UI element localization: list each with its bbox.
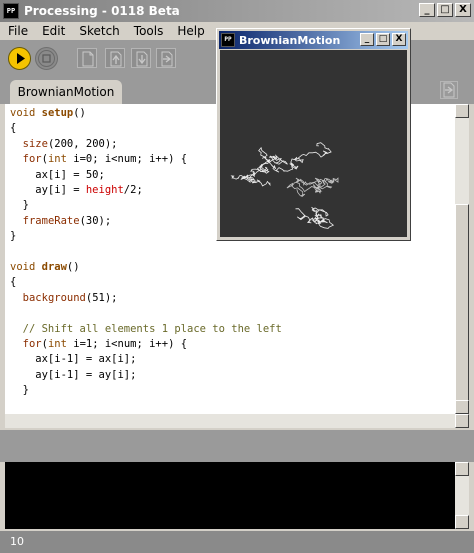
stop-icon (38, 50, 55, 67)
code-line: ax[i-1] = ax[i]; (10, 353, 137, 366)
console-scroll-down[interactable] (455, 515, 469, 529)
processing-app-icon: PP (3, 3, 19, 19)
sketch-maximize-button[interactable]: □ (376, 33, 390, 46)
window-titlebar[interactable]: PP Processing - 0118 Beta _ □ X (0, 0, 474, 22)
message-area (0, 430, 474, 462)
window-title: Processing - 0118 Beta (24, 4, 180, 18)
sketch-minimize-button[interactable]: _ (360, 33, 374, 46)
code-line: for(int i=1; i<num; i++) { (22, 338, 188, 350)
console-scroll-up[interactable] (455, 462, 469, 476)
sketch-window[interactable]: PP BrownianMotion _ □ X (216, 28, 411, 241)
menu-tools[interactable]: Tools (126, 24, 170, 38)
code-line: ay[i-1] = ay[i]; (10, 368, 137, 381)
save-button[interactable] (131, 48, 151, 68)
brownian-path-segment (258, 142, 332, 173)
brownian-path-segment (295, 206, 335, 229)
sketch-app-icon: PP (221, 33, 235, 47)
code-line: { (10, 276, 17, 289)
open-button[interactable] (105, 48, 125, 68)
maximize-button[interactable]: □ (437, 3, 453, 17)
stop-button[interactable] (35, 47, 58, 70)
code-line: // Shift all elements 1 place to the lef… (10, 322, 282, 335)
code-line: for(int i=0; i<num; i++) { (22, 153, 188, 166)
brownian-path-segment (230, 159, 271, 187)
sketch-canvas[interactable] (220, 50, 407, 237)
close-button[interactable]: X (455, 3, 471, 17)
code-line: frameRate(30); (22, 214, 112, 227)
console-scrollbar[interactable] (455, 462, 469, 529)
brownian-path (230, 142, 339, 229)
menu-edit[interactable]: Edit (34, 24, 71, 38)
scroll-up-button[interactable] (455, 104, 469, 118)
scroll-thumb[interactable] (455, 204, 469, 414)
tab-brownianmotion[interactable]: BrownianMotion (10, 80, 122, 104)
menu-help[interactable]: Help (169, 24, 210, 38)
status-bar: 10 (0, 531, 474, 553)
editor-vertical-scrollbar[interactable] (455, 104, 469, 414)
scroll-right-button[interactable] (455, 414, 469, 428)
export-icon (161, 51, 173, 67)
code-line: } (10, 230, 17, 243)
sketch-titlebar[interactable]: PP BrownianMotion _ □ X (219, 31, 408, 49)
save-icon (136, 51, 148, 67)
code-line: size(200, 200); (22, 137, 118, 150)
code-line: } (10, 199, 29, 212)
code-line: } (10, 384, 29, 397)
sketch-title: BrownianMotion (239, 33, 341, 47)
code-line: { (10, 122, 17, 135)
code-line: void setup() (10, 107, 86, 119)
menu-sketch[interactable]: Sketch (71, 24, 125, 38)
code-line: void draw() (10, 261, 80, 273)
code-line: background(51); (22, 291, 118, 304)
scroll-down-button[interactable] (455, 400, 469, 414)
open-icon (110, 51, 122, 67)
code-line: ax[i] = 50; (10, 168, 105, 181)
code-line: ay[i] = height/2; (10, 184, 143, 196)
tab-menu-button[interactable] (440, 81, 458, 99)
new-icon (82, 51, 94, 67)
editor-horizontal-scrollbar[interactable] (5, 414, 469, 428)
sketch-close-button[interactable]: X (392, 33, 406, 46)
brownian-path-segment (286, 177, 339, 197)
line-number: 10 (10, 535, 24, 548)
minimize-button[interactable]: _ (419, 3, 435, 17)
menu-file[interactable]: File (0, 24, 34, 38)
console-output[interactable] (5, 462, 455, 529)
run-button[interactable] (8, 47, 31, 70)
new-button[interactable] (77, 48, 97, 68)
tab-arrow-icon (443, 82, 455, 98)
export-button[interactable] (156, 48, 176, 68)
run-icon (17, 53, 25, 64)
